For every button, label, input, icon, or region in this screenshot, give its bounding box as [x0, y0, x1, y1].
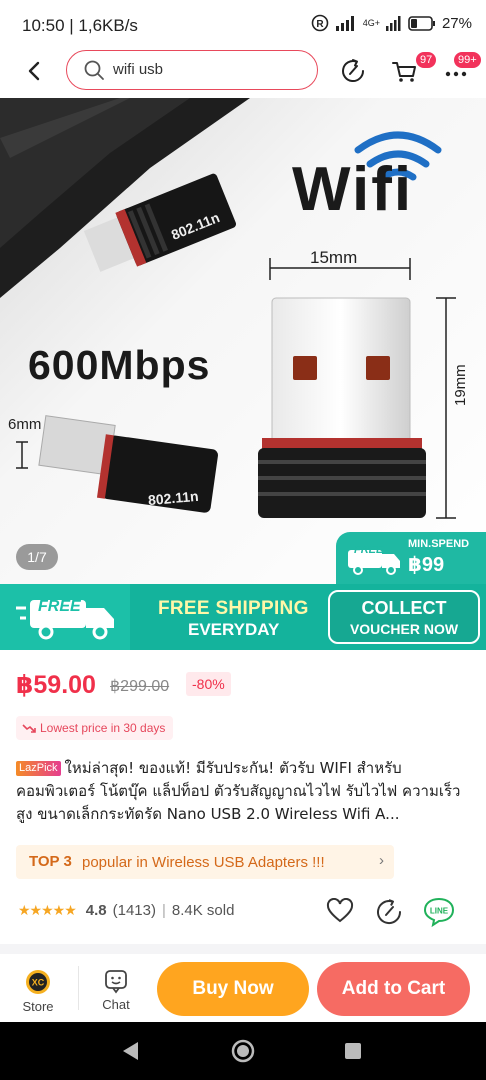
add-to-cart-button[interactable]: Add to Cart: [317, 962, 470, 1016]
battery-level: 27%: [441, 14, 472, 32]
chat-label: Chat: [102, 997, 130, 1012]
min-spend-badge[interactable]: FREE MIN.SPEND ฿99: [336, 532, 486, 584]
section-divider: [0, 944, 486, 954]
rank-label: TOP 3: [29, 853, 72, 870]
system-navigation-bar: [0, 1022, 486, 1080]
star-rating-icon: ★★★★★: [18, 902, 77, 918]
free-text: FREE: [38, 598, 81, 615]
free-shipping-title: FREE SHIPPING: [158, 598, 309, 619]
product-image: [0, 98, 486, 584]
discount-badge: -80%: [186, 672, 231, 696]
free-shipping-banner[interactable]: FREE FREE SHIPPING EVERYDAY COLLECT VOUC…: [0, 584, 486, 650]
height-label: 19mm: [452, 364, 469, 406]
line-share-icon[interactable]: LINE: [422, 894, 456, 928]
rating-separator: |: [161, 902, 166, 919]
min-spend-free: FREE: [354, 544, 384, 556]
nav-home-icon[interactable]: [230, 1038, 256, 1064]
battery-icon: [408, 15, 435, 31]
collect-label: COLLECT: [361, 598, 447, 618]
search-header: wifi usb 97 99+: [0, 50, 486, 96]
heart-icon[interactable]: [326, 898, 354, 924]
lowest-price-tag: Lowest price in 30 days: [16, 716, 174, 740]
tab-divider: [78, 966, 79, 1010]
store-logo-icon: XC: [26, 970, 50, 994]
store-label: Store: [22, 999, 54, 1014]
search-input[interactable]: wifi usb: [66, 50, 318, 90]
signal-icon-2: [385, 16, 401, 31]
status-bar: 10:50 | 1,6KB/s R 4G+ 27%: [0, 0, 486, 50]
search-query: wifi usb: [113, 61, 164, 78]
store-logo-text: XC: [32, 978, 45, 988]
cart-badge: 97: [416, 52, 437, 68]
original-price: ฿299.00: [110, 678, 170, 695]
share-icon[interactable]: [374, 898, 404, 926]
buy-now-button[interactable]: Buy Now: [157, 962, 309, 1016]
rating-count: (1413): [112, 902, 156, 919]
speed-label: 600Mbps: [28, 342, 211, 388]
rank-text: popular in Wireless USB Adapters !!!: [82, 854, 325, 871]
depth-label: 6mm: [8, 416, 42, 433]
width-label: 15mm: [310, 248, 358, 267]
collect-voucher-button[interactable]: COLLECT VOUCHER NOW: [328, 590, 480, 644]
current-price: ฿59.00: [16, 671, 96, 699]
network-type: 4G+: [362, 17, 380, 28]
nav-back-icon[interactable]: [120, 1040, 142, 1062]
min-spend-value: ฿99: [408, 554, 445, 576]
share-icon[interactable]: [336, 54, 370, 88]
product-image-gallery[interactable]: Wifi 15mm 19mm 6mm 600Mbps 802.11n 802.1…: [0, 98, 486, 584]
store-button[interactable]: XC Store: [13, 968, 63, 1014]
more-badge: 99+: [454, 52, 481, 68]
rating-value: 4.8: [85, 902, 107, 919]
lowest-price-text: Lowest price in 30 days: [40, 721, 166, 735]
product-title[interactable]: LazPick ใหม่ล่าสุด! ของแท้! มีรับประกัน! …: [16, 757, 472, 826]
status-time: 10:50 | 1,6KB/s: [22, 16, 138, 35]
nav-recents-icon[interactable]: [344, 1042, 362, 1060]
registered-icon: R: [311, 14, 329, 32]
ranking-banner[interactable]: TOP 3 popular in Wireless USB Adapters !…: [16, 845, 394, 879]
trend-down-icon: [22, 724, 36, 733]
chat-icon: [105, 970, 127, 994]
free-shipping-subtitle: EVERYDAY: [188, 620, 280, 639]
image-counter: 1/7: [16, 544, 58, 570]
lazpick-badge: LazPick: [16, 761, 61, 776]
product-title-text: ใหม่ล่าสุด! ของแท้! มีรับประกัน! ตัวรับ …: [16, 759, 461, 823]
free-truck-box: FREE: [0, 584, 130, 650]
bottom-action-bar: XC Store Chat Buy Now Add to Cart: [0, 954, 486, 1022]
search-icon: [84, 60, 104, 80]
chevron-right-icon: ›: [379, 852, 384, 869]
rating-row[interactable]: ★★★★★ 4.8 (1413) | 8.4K sold: [18, 902, 234, 919]
brand-text: Wifi: [292, 155, 414, 224]
min-spend-label: MIN.SPEND: [408, 538, 470, 550]
svg-text:LINE: LINE: [430, 907, 449, 916]
chat-button[interactable]: Chat: [91, 968, 141, 1012]
svg-text:R: R: [316, 19, 324, 30]
back-arrow-icon[interactable]: [22, 56, 48, 86]
voucher-label: VOUCHER NOW: [349, 621, 459, 637]
sold-count: 8.4K sold: [171, 902, 235, 919]
signal-icon: [335, 16, 354, 31]
status-icons: R 4G+ 27%: [311, 14, 472, 32]
